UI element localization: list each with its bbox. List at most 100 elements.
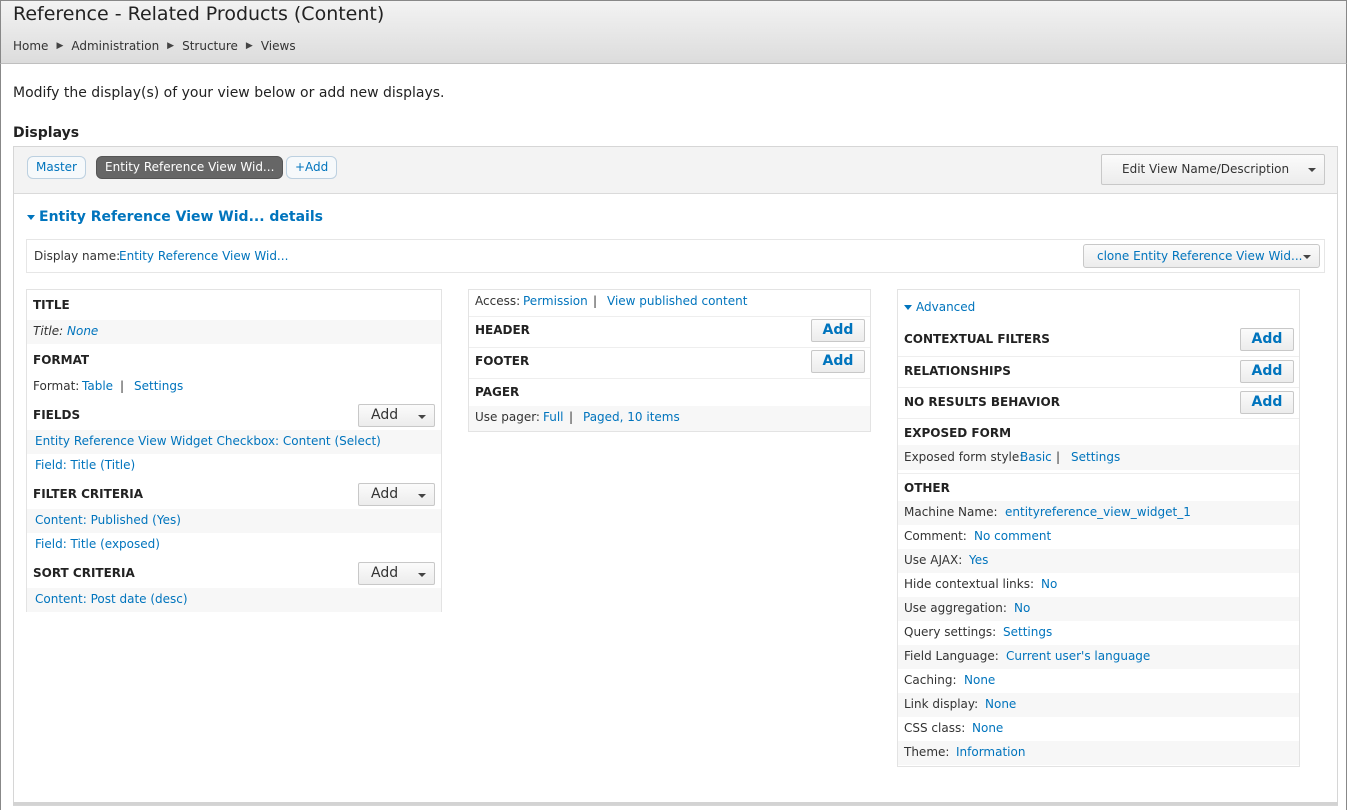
display-name-bar: Display name: Entity Reference View Wid.… (26, 239, 1325, 273)
other-setting-value-link[interactable]: None (972, 721, 1003, 735)
pager-row: Use pager: Full | Paged, 10 items (469, 406, 870, 431)
other-setting-value-link[interactable]: Yes (969, 553, 988, 567)
pager-label: Use pager: (475, 410, 540, 424)
other-setting-row: Machine Name: entityreference_view_widget… (898, 501, 1299, 525)
format-label: Format: (33, 379, 80, 393)
clone-display-label: clone Entity Reference View Wid... (1097, 249, 1303, 263)
other-setting-label: Comment: (904, 529, 967, 543)
other-setting-row: Query settings: Settings (898, 621, 1299, 645)
pager-section: PAGER (469, 378, 870, 408)
field-item[interactable]: Entity Reference View Widget Checkbox: C… (27, 430, 441, 454)
other-setting-label: CSS class: (904, 721, 966, 735)
other-section: OTHER (898, 473, 1299, 503)
tab-master[interactable]: Master (27, 156, 86, 179)
other-setting-row: Comment: No comment (898, 525, 1299, 549)
breadcrumb-home[interactable]: Home (13, 39, 48, 53)
relationships-section: RELATIONSHIPS Add (898, 356, 1299, 386)
other-setting-value-link[interactable]: Information (956, 745, 1025, 759)
other-setting-label: Theme: (904, 745, 950, 759)
sort-item[interactable]: Content: Post date (desc) (27, 588, 441, 612)
exposed-form-label: Exposed form style: (904, 450, 1024, 464)
filter-item[interactable]: Field: Title (exposed) (27, 533, 441, 557)
column-left: TITLE Title: None FORMAT Format: Table |… (26, 289, 442, 612)
other-setting-label: Use aggregation: (904, 601, 1007, 615)
other-setting-label: Machine Name: (904, 505, 998, 519)
filter-add-button[interactable]: Add (358, 483, 435, 506)
other-setting-label: Use AJAX: (904, 553, 963, 567)
displays-heading: Displays (13, 125, 80, 141)
title-value-link[interactable]: None (67, 324, 98, 338)
pager-items-link[interactable]: Paged, 10 items (583, 410, 680, 424)
breadcrumb-separator-icon: ▶ (56, 41, 64, 51)
other-setting-value-link[interactable]: None (964, 673, 995, 687)
field-item[interactable]: Field: Title (Title) (27, 454, 441, 478)
contextual-filters-section: CONTEXTUAL FILTERS Add (898, 325, 1299, 355)
other-setting-label: Field Language: (904, 649, 999, 663)
contextual-filters-add-button[interactable]: Add (1240, 328, 1294, 351)
other-setting-value-link[interactable]: None (985, 697, 1016, 711)
access-separator: | (593, 294, 598, 308)
fields-add-button[interactable]: Add (358, 404, 435, 427)
other-setting-row: Field Language: Current user's language (898, 645, 1299, 669)
filter-section: FILTER CRITERIA Add (27, 481, 441, 511)
other-setting-value-link[interactable]: Current user's language (1006, 649, 1150, 663)
exposed-form-row: Exposed form style: Basic | Settings (898, 445, 1299, 470)
other-setting-value-link[interactable]: No (1014, 601, 1030, 615)
no-results-add-button[interactable]: Add (1240, 391, 1294, 414)
page-title: Reference - Related Products (Content) (13, 3, 385, 25)
displays-box: Master Entity Reference View Wid... +Add… (13, 146, 1338, 806)
details-toggle[interactable]: Entity Reference View Wid... details (27, 209, 323, 225)
header-section: HEADER Add (469, 316, 870, 346)
breadcrumb-separator-icon: ▶ (167, 41, 175, 51)
tab-entity-reference-view-widget[interactable]: Entity Reference View Wid... (96, 156, 284, 179)
sort-add-button[interactable]: Add (358, 562, 435, 585)
no-results-section: NO RESULTS BEHAVIOR Add (898, 387, 1299, 417)
format-table-link[interactable]: Table (82, 379, 113, 393)
title-label: Title: (33, 324, 64, 338)
exposed-form-basic-link[interactable]: Basic (1020, 450, 1052, 464)
format-settings-link[interactable]: Settings (134, 379, 183, 393)
other-setting-label: Hide contextual links: (904, 577, 1035, 591)
fields-section: FIELDS Add (27, 402, 441, 432)
exposed-form-section: EXPOSED FORM (898, 418, 1299, 448)
other-setting-value-link[interactable]: No comment (974, 529, 1051, 543)
other-setting-row: Theme: Information (898, 741, 1299, 765)
display-name-link[interactable]: Entity Reference View Wid... (119, 249, 288, 263)
filter-item[interactable]: Content: Published (Yes) (27, 509, 441, 533)
other-setting-value-link[interactable]: No (1041, 577, 1057, 591)
clone-display-button[interactable]: clone Entity Reference View Wid... (1083, 244, 1320, 268)
exposed-form-separator: | (1056, 450, 1061, 464)
other-setting-label: Caching: (904, 673, 957, 687)
bottom-divider (13, 802, 1338, 805)
page-header: Reference - Related Products (Content) H… (0, 0, 1347, 64)
display-name-label: Display name: (34, 249, 121, 263)
pager-full-link[interactable]: Full (543, 410, 564, 424)
display-tabs-bar: Master Entity Reference View Wid... +Add… (14, 147, 1337, 194)
footer-add-button[interactable]: Add (811, 350, 865, 373)
footer-section: FOOTER Add (469, 347, 870, 377)
access-view-published-link[interactable]: View published content (607, 294, 747, 308)
breadcrumb-structure[interactable]: Structure (182, 39, 238, 53)
chevron-down-icon (418, 494, 426, 498)
chevron-down-icon (1308, 168, 1316, 172)
chevron-down-icon (418, 415, 426, 419)
triangle-down-icon (27, 214, 35, 220)
other-setting-value-link[interactable]: entityreference_view_widget_1 (1005, 505, 1191, 519)
details-toggle-label: Entity Reference View Wid... details (39, 209, 323, 225)
breadcrumb-administration[interactable]: Administration (71, 39, 159, 53)
pager-separator: | (569, 410, 574, 424)
header-add-button[interactable]: Add (811, 319, 865, 342)
add-display-button[interactable]: +Add (286, 156, 338, 179)
breadcrumb-separator-icon: ▶ (245, 41, 253, 51)
exposed-form-settings-link[interactable]: Settings (1071, 450, 1120, 464)
relationships-add-button[interactable]: Add (1240, 360, 1294, 383)
edit-view-name-button[interactable]: Edit View Name/Description (1101, 154, 1325, 185)
other-setting-value-link[interactable]: Settings (1003, 625, 1052, 639)
breadcrumb-views[interactable]: Views (261, 39, 296, 53)
access-permission-link[interactable]: Permission (523, 294, 588, 308)
other-setting-row: Use AJAX: Yes (898, 549, 1299, 573)
advanced-toggle[interactable]: Advanced (904, 300, 1305, 314)
other-setting-row: Use aggregation: No (898, 597, 1299, 621)
chevron-down-icon (418, 573, 426, 577)
breadcrumb: Home ▶ Administration ▶ Structure ▶ View… (13, 39, 296, 53)
